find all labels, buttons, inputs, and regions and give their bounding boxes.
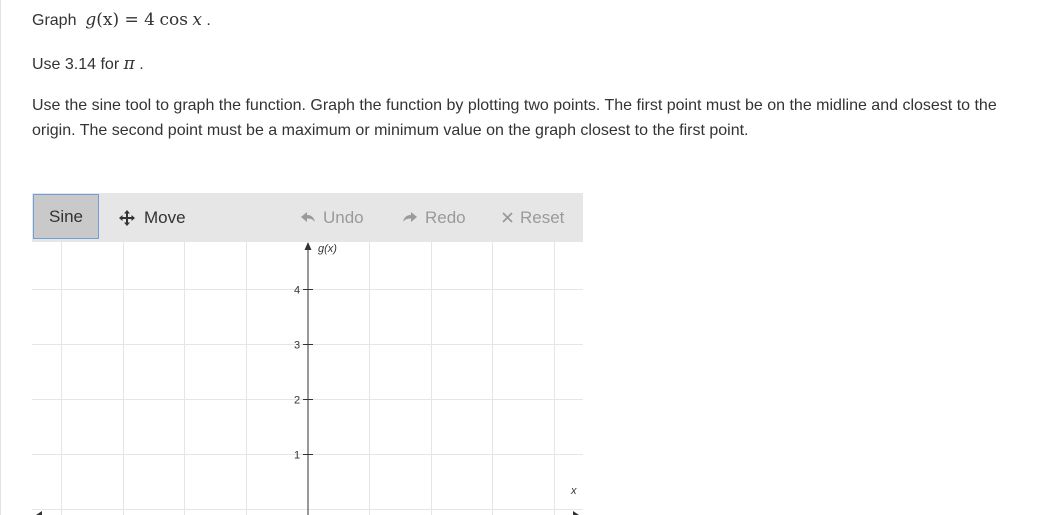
pi-symbol: π [123,54,135,74]
function-name: g [85,10,97,30]
y-tick-label-2: 2 [294,395,300,407]
graph-word: Graph [32,12,77,29]
question-period: . [206,12,211,29]
redo-button[interactable]: Redo [402,193,466,242]
x-axis-label: x [570,485,577,497]
move-label: Move [144,207,186,227]
sine-tool-button[interactable]: Sine [33,194,99,239]
undo-label: Undo [323,207,364,227]
instructions-text: Use the sine tool to graph the function.… [32,97,997,139]
sine-label: Sine [48,206,84,226]
graph-area[interactable]: 4 3 2 1 g(x) x [32,242,583,515]
pi-instruction: Use 3.14 for π . [32,52,144,77]
graphing-tool: Sine Move Undo Redo Reset 4 3 2 1 g(x) x [32,193,583,515]
move-icon [119,209,135,226]
x-axis-right-arrow [573,511,579,515]
pi-suffix: . [139,56,144,73]
undo-button[interactable]: Undo [300,193,364,242]
move-tool-button[interactable]: Move [118,193,186,242]
graph-toolbar: Sine Move Undo Redo Reset [32,193,583,242]
y-axis-label: g(x) [318,243,337,255]
function-cos: cos [159,10,188,30]
question-line: Graph g(x) = 4 cos x . [32,8,211,33]
y-axis-arrow [304,242,312,250]
reset-label: Reset [520,207,565,227]
undo-icon [301,211,315,222]
y-tick-label-4: 4 [294,285,300,297]
left-border [0,0,1,515]
pi-prefix: Use 3.14 for [32,56,120,73]
y-tick-label-1: 1 [294,450,300,462]
y-tick-label-3: 3 [294,340,300,352]
function-x: x [192,10,202,30]
redo-label: Redo [425,207,466,227]
x-axis-left-arrow [36,511,42,515]
redo-icon [403,211,417,222]
function-arg: (x) [96,10,120,30]
close-icon [502,212,513,223]
reset-button[interactable]: Reset [502,193,564,242]
function-eq: = 4 [119,10,155,30]
